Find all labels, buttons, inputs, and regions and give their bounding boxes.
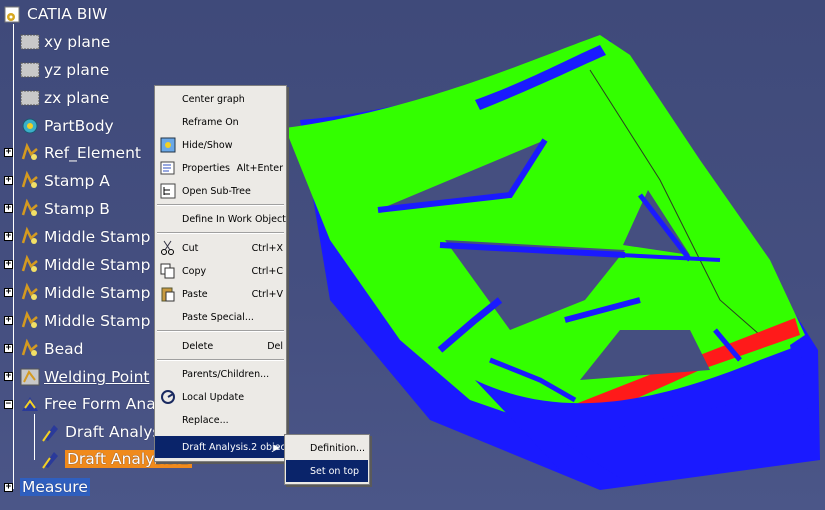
- tree-node-label: zx plane: [44, 89, 110, 107]
- scissors-icon: [160, 240, 176, 256]
- submenu-item-set-on-top[interactable]: Set on top: [286, 460, 368, 482]
- geometrical-set-icon: [19, 142, 41, 164]
- tree-node-middle-stamp[interactable]: Middle Stamp: [19, 309, 150, 333]
- menu-item-open-sub-tree[interactable]: Open Sub-Tree: [155, 180, 286, 202]
- part-document-icon: [2, 3, 24, 25]
- tree-node-label: xy plane: [44, 33, 111, 51]
- hide-show-icon: [160, 137, 176, 153]
- tree-node-bead[interactable]: Bead: [19, 337, 84, 361]
- geometrical-set-icon: [19, 170, 41, 192]
- tree-node-xy-plane[interactable]: xy plane: [19, 30, 110, 54]
- local-update-icon: [160, 389, 176, 405]
- tree-node-partbody[interactable]: PartBody: [19, 114, 114, 138]
- expand-toggle[interactable]: +: [4, 260, 13, 269]
- tree-node-label: Welding Point: [44, 368, 150, 386]
- tree-node-label: Middle Stamp: [44, 284, 151, 302]
- menu-item-cut[interactable]: Cut Ctrl+X: [155, 237, 286, 259]
- plane-icon: [19, 87, 41, 109]
- tree-node-welding-point[interactable]: Welding Point: [19, 365, 149, 389]
- expand-toggle[interactable]: +: [4, 204, 13, 213]
- menu-item-reframe-on[interactable]: Reframe On: [155, 111, 286, 133]
- menu-item-delete[interactable]: Delete Del: [155, 335, 286, 357]
- tree-root[interactable]: CATIA BIW: [2, 2, 107, 26]
- menu-item-local-update[interactable]: Local Update: [155, 386, 286, 408]
- open-subtree-icon: [160, 183, 176, 199]
- expand-toggle[interactable]: +: [4, 176, 13, 185]
- menu-item-draft-analysis-object[interactable]: Draft Analysis.2 object ▶: [155, 436, 289, 458]
- collapse-toggle[interactable]: −: [4, 400, 13, 409]
- tree-node-label: Middle Stamp: [44, 256, 151, 274]
- tree-node-label: Measure: [20, 478, 90, 496]
- geometrical-set-icon: [19, 254, 41, 276]
- tree-node-label: Bead: [44, 340, 84, 358]
- copy-icon: [160, 263, 176, 279]
- tree-node-label: Middle Stamp: [44, 228, 151, 246]
- menu-item-properties[interactable]: Properties Alt+Enter: [155, 157, 286, 179]
- tree-node-middle-stamp[interactable]: Middle Stamp: [19, 281, 150, 305]
- menu-item-center-graph[interactable]: Center graph: [155, 88, 286, 110]
- menu-item-hide-show[interactable]: Hide/Show: [155, 134, 286, 156]
- tree-node-label: PartBody: [44, 117, 114, 135]
- paste-icon: [160, 286, 176, 302]
- menu-item-replace[interactable]: Replace...: [155, 409, 286, 431]
- geometrical-set-icon: [19, 198, 41, 220]
- welding-point-icon: [19, 366, 41, 388]
- expand-toggle[interactable]: +: [4, 288, 13, 297]
- tree-node-yz-plane[interactable]: yz plane: [19, 58, 109, 82]
- plane-icon: [19, 59, 41, 81]
- tree-node-middle-stamp[interactable]: Middle Stamp: [19, 253, 150, 277]
- tree-node-label: Ref_Element: [44, 144, 141, 162]
- menu-item-define-in-work-object[interactable]: Define In Work Object: [155, 208, 286, 230]
- geometrical-set-icon: [19, 226, 41, 248]
- submenu-arrow-icon: ▶: [273, 442, 280, 452]
- tree-node-label: Middle Stamp: [44, 312, 151, 330]
- menu-item-parents-children[interactable]: Parents/Children...: [155, 363, 286, 385]
- expand-toggle[interactable]: +: [4, 483, 13, 492]
- geometrical-set-icon: [19, 282, 41, 304]
- geometrical-set-icon: [19, 310, 41, 332]
- body-gear-icon: [19, 115, 41, 137]
- draft-analysis-icon: [40, 448, 62, 470]
- expand-toggle[interactable]: +: [4, 372, 13, 381]
- geometrical-set-icon: [19, 338, 41, 360]
- properties-icon: [160, 160, 176, 176]
- expand-toggle[interactable]: +: [4, 316, 13, 325]
- context-menu[interactable]: Center graph Reframe On Hide/Show Proper…: [154, 85, 289, 462]
- tree-node-label: yz plane: [44, 61, 110, 79]
- menu-item-paste[interactable]: Paste Ctrl+V: [155, 283, 286, 305]
- expand-toggle[interactable]: +: [4, 232, 13, 241]
- tree-node-stamp-b[interactable]: Stamp B: [19, 197, 110, 221]
- tree-node-label: Stamp B: [44, 200, 110, 218]
- draft-analysis-icon: [40, 421, 62, 443]
- expand-toggle[interactable]: +: [4, 344, 13, 353]
- menu-item-paste-special[interactable]: Paste Special...: [155, 306, 286, 328]
- plane-icon: [19, 31, 41, 53]
- tree-node-middle-stamp[interactable]: Middle Stamp: [19, 225, 150, 249]
- free-form-analysis-icon: [19, 393, 41, 415]
- submenu-item-definition[interactable]: Definition...: [286, 437, 368, 459]
- expand-toggle[interactable]: +: [4, 148, 13, 157]
- tree-node-stamp-a[interactable]: Stamp A: [19, 169, 110, 193]
- tree-node-ref-element[interactable]: Ref_Element: [19, 141, 141, 165]
- tree-node-label: Stamp A: [44, 172, 110, 190]
- tree-root-label: CATIA BIW: [27, 5, 108, 23]
- object-submenu[interactable]: Definition... Set on top: [284, 434, 370, 485]
- tree-node-measure[interactable]: Measure: [17, 475, 90, 499]
- menu-item-copy[interactable]: Copy Ctrl+C: [155, 260, 286, 282]
- tree-node-zx-plane[interactable]: zx plane: [19, 86, 109, 110]
